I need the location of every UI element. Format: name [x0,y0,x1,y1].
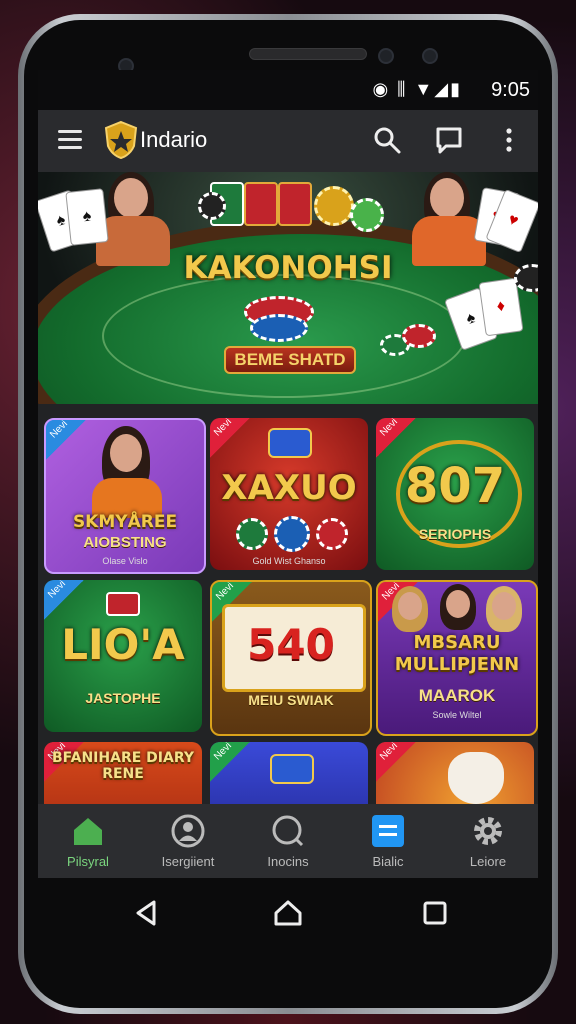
more-vert-icon[interactable] [494,125,524,155]
poker-chip [198,192,226,220]
app-bar: Indario [38,110,538,172]
shield-star-logo-icon [104,120,138,160]
search-icon[interactable] [372,125,402,155]
dog-image [448,752,504,804]
system-nav-bar [38,878,538,948]
tile-title: LIO'A [61,620,185,669]
tile-subtitle: MAAROK [418,686,496,705]
nav-label: Leiore [469,854,507,869]
status-time: 9:05 [491,79,530,101]
nav-item-search[interactable]: Inocins [238,804,338,878]
tile-subtitle: SERIOPHS [418,526,492,542]
status-bar: ◉ ⫼ ▼◢▮ 9:05 [38,70,538,110]
tile-note: Olase Vislo [102,556,148,566]
poker-chip [236,518,268,550]
nav-label: Inocins [267,854,309,869]
chip-row [210,178,384,232]
tile-title: MBSARU MULLIPJENN [394,632,520,675]
home-icon [74,818,102,845]
tile-title: XAXUO [221,468,357,508]
promo-banner[interactable]: ♠ ♠ ♥ ♥ ♠ ♦ KAKONOHSI BEME SHATD [38,172,538,404]
playing-card: ♠ [65,188,109,246]
game-tile[interactable]: Nevi MBSARU MULLIPJENN MAAROK Sowle Wilt… [376,580,538,736]
banner-title: KAKONOHSI [183,250,393,286]
slot-machine-icon [106,592,140,616]
screen: ◉ ⫼ ▼◢▮ 9:05 Indario ♠ ♠ ♥ ♠ ♦ KAKONOHSI… [38,70,538,878]
chat-icon[interactable] [434,125,464,155]
game-tile[interactable]: Nevi SKMYÅREE AIOBSTING Olase Vislo [44,418,206,574]
game-tile[interactable]: Nevi XAXUO Gold Wist Ghanso [210,418,368,570]
tile-title: SKMYÅREE [72,512,178,532]
person-icon [171,814,205,848]
poker-chip [316,518,348,550]
status-icons: ◉ ⫼ ▼◢▮ [372,79,462,99]
list-icon [372,815,404,847]
game-tile[interactable]: Nevi 540 MEIU SWIAK [210,580,372,736]
back-icon[interactable] [130,896,164,930]
earpiece-speaker [249,48,367,60]
recents-icon[interactable] [418,896,452,930]
home-button-icon[interactable] [271,896,305,930]
poker-chip-stack [250,314,308,342]
tile-subtitle: AIOBSTING [83,534,167,551]
game-tile[interactable]: Nevi 807 SERIOPHS [376,418,534,570]
nav-item-list[interactable]: Bialic [338,804,438,878]
search-icon [272,815,304,847]
nav-item-profile[interactable]: Isergiient [138,804,238,878]
tile-subtitle: JASTOPHE [85,690,161,706]
menu-icon[interactable] [58,130,82,150]
tile-subtitle: MEIU SWIAK [248,692,334,708]
nav-label: Pilsyral [67,854,109,869]
bottom-nav: Pilsyral Isergiient Inocins Bialic Leior… [38,804,538,878]
slot-machine-icon [268,428,312,458]
nav-label: Isergiient [161,854,215,869]
app-title: Indario [140,127,208,152]
nav-item-home[interactable]: Pilsyral [38,804,138,878]
game-tile[interactable]: Nevi LIO'A JASTOPHE [44,580,202,732]
poker-chip [274,516,310,552]
game-grid: Nevi SKMYÅREE AIOBSTING Olase Vislo Nevi… [38,404,538,878]
gear-icon [474,817,502,845]
nav-label: Bialic [372,854,404,869]
front-camera [378,48,394,64]
banner-subtitle: BEME SHATD [224,346,356,374]
tile-title: 540 [247,620,335,669]
tile-note: Gold Wist Ghanso [252,556,326,566]
light-sensor [422,48,438,64]
tile-title: 807 [404,458,506,514]
nav-item-settings[interactable]: Leiore [438,804,538,878]
tile-note: Sowle Wiltel [432,710,482,720]
poker-chip [402,324,436,348]
slot-machine-icon [270,754,314,784]
tile-title: BFANIHARE DIARY RENE [52,750,194,782]
